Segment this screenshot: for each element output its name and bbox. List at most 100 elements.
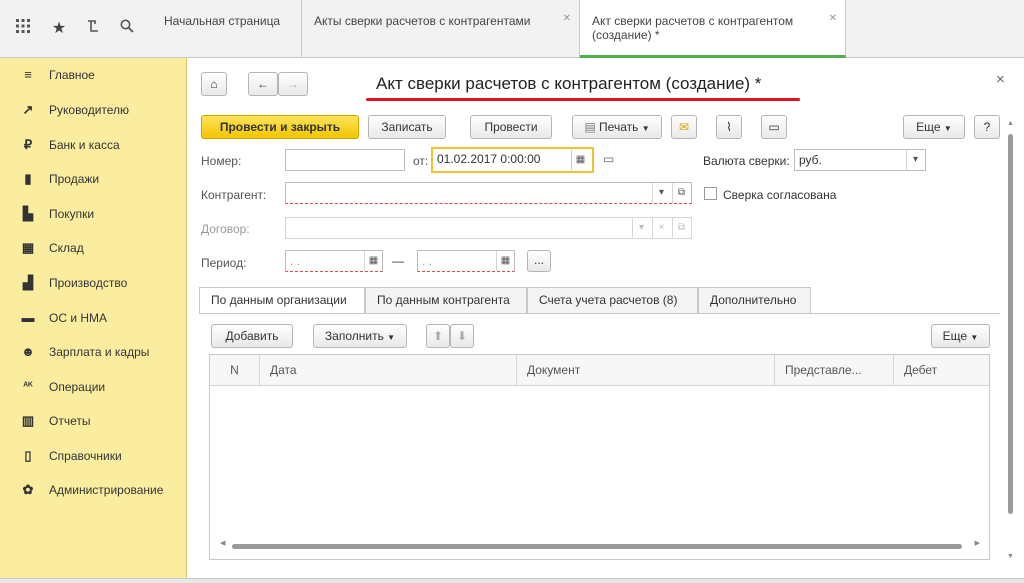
period-end-value: . .: [422, 254, 433, 268]
fill-button[interactable]: Заполнить ▼: [313, 324, 407, 348]
document-form: ⌂ ← → Акт сверки расчетов с контрагентом…: [188, 58, 1020, 578]
calendar-icon[interactable]: ▦: [496, 251, 514, 271]
sidebar-item-label: Справочники: [49, 449, 122, 463]
arrow-right-icon: →: [287, 77, 299, 91]
sidebar-item-label: Операции: [49, 380, 106, 394]
sidebar-item-warehouse[interactable]: ▦ Склад: [0, 232, 187, 266]
attach-button[interactable]: ⌇: [716, 115, 742, 139]
tab-label: Акты сверки расчетов с контрагентами: [314, 14, 531, 28]
sidebar-item-directories[interactable]: ▯ Справочники: [0, 440, 187, 474]
number-field[interactable]: [285, 149, 405, 171]
history-icon[interactable]: [82, 18, 104, 40]
column-header-document[interactable]: Документ: [517, 355, 775, 385]
truck-icon: ▬: [21, 310, 35, 325]
agreed-label: Сверка согласована: [723, 188, 837, 202]
scrollbar-thumb[interactable]: [232, 544, 962, 549]
tab-reconciliation-list[interactable]: Акты сверки расчетов с контрагентами ✕: [302, 0, 580, 57]
tab-accounts[interactable]: Счета учета расчетов (8): [527, 287, 698, 313]
tab-counterparty-data[interactable]: По данным контрагента: [365, 287, 527, 313]
calculator-icon[interactable]: ▭: [603, 152, 614, 166]
tab-panel-border: [199, 313, 1000, 314]
period-label: Период:: [201, 256, 247, 270]
window-bottom-border: [0, 578, 1024, 583]
post-and-close-button[interactable]: Провести и закрыть: [201, 115, 359, 139]
date-value: 01.02.2017 0:00:00: [437, 152, 541, 166]
dropdown-arrow-icon[interactable]: ▾: [906, 150, 924, 170]
date-field[interactable]: 01.02.2017 0:00:00: [431, 147, 594, 173]
help-button[interactable]: ?: [974, 115, 1000, 139]
column-header-date[interactable]: Дата: [260, 355, 517, 385]
tab-org-data[interactable]: По данным организации: [199, 287, 365, 314]
email-button[interactable]: ✉: [671, 115, 697, 139]
sidebar-item-purchases[interactable]: ▙ Покупки: [0, 198, 187, 232]
apps-grid-icon[interactable]: [12, 18, 34, 40]
scroll-left-icon[interactable]: ◀: [220, 539, 225, 547]
top-bar: ★ Начальная страница Акты сверки расчето…: [0, 0, 1024, 58]
forward-button[interactable]: →: [278, 72, 308, 96]
sidebar-item-production[interactable]: ▟ Производство: [0, 267, 187, 301]
close-icon[interactable]: ✕: [829, 12, 837, 26]
more-label: Еще: [916, 120, 941, 134]
scroll-up-icon[interactable]: ▲: [1007, 120, 1014, 127]
sidebar-item-label: Администрирование: [49, 483, 164, 497]
tab-label: Начальная страница: [164, 14, 281, 28]
table-more-button[interactable]: Еще ▼: [931, 324, 990, 348]
scrollbar-thumb[interactable]: [1008, 134, 1013, 514]
sidebar-item-bank[interactable]: ₽ Банк и касса: [0, 129, 187, 163]
counterparty-field[interactable]: [285, 182, 692, 204]
save-button[interactable]: Записать: [368, 115, 446, 139]
sidebar-item-main[interactable]: ≡ Главное: [0, 59, 187, 93]
sidebar-item-admin[interactable]: ✿ Администрирование: [0, 474, 187, 508]
move-down-button[interactable]: ⬇: [450, 324, 474, 348]
sidebar-item-reports[interactable]: ▥ Отчеты: [0, 405, 187, 439]
scroll-right-icon[interactable]: ▶: [975, 539, 980, 547]
contract-label: Договор:: [201, 222, 250, 236]
warehouse-icon: ▦: [21, 240, 35, 255]
move-up-button[interactable]: ⬆: [426, 324, 450, 348]
header-divider: [210, 385, 989, 386]
column-header-representation[interactable]: Представле...: [775, 355, 894, 385]
more-button[interactable]: Еще ▼: [903, 115, 965, 139]
vertical-scrollbar[interactable]: ▲ ▼: [1006, 120, 1016, 560]
clear-icon: ×: [652, 218, 670, 238]
close-icon[interactable]: ✕: [563, 12, 571, 26]
column-header-debit[interactable]: Дебет: [894, 355, 989, 385]
open-link-icon[interactable]: ⧉: [672, 183, 690, 203]
title-underline: [366, 98, 800, 101]
calendar-icon[interactable]: ▦: [364, 251, 382, 271]
sidebar-item-label: Зарплата и кадры: [49, 345, 150, 359]
print-button[interactable]: ▤ Печать ▼: [572, 115, 662, 139]
tab-reconciliation-create[interactable]: Акт сверки расчетов с контрагентом (созд…: [580, 0, 846, 58]
sidebar-item-salary[interactable]: ☻ Зарплата и кадры: [0, 336, 187, 370]
sidebar-item-fixed-assets[interactable]: ▬ ОС и НМА: [0, 302, 187, 336]
shopping-bag-icon: ▮: [24, 171, 32, 186]
horizontal-scrollbar[interactable]: ◀ ▶: [220, 539, 980, 550]
print-label: Печать: [599, 120, 639, 134]
column-header-n[interactable]: N: [210, 355, 260, 385]
period-select-button[interactable]: ...: [527, 250, 551, 272]
dropdown-arrow-icon[interactable]: ▾: [652, 183, 670, 203]
sidebar-item-label: Склад: [49, 241, 84, 255]
agreed-checkbox[interactable]: [704, 187, 717, 200]
home-icon: ⌂: [210, 77, 218, 91]
sidebar-item-operations[interactable]: ᴬᴷ Операции: [0, 371, 187, 405]
tab-home[interactable]: Начальная страница: [152, 0, 302, 57]
contract-field: [285, 217, 692, 239]
sidebar-item-sales[interactable]: ▮ Продажи: [0, 163, 187, 197]
search-icon[interactable]: [116, 18, 138, 40]
back-button[interactable]: ←: [248, 72, 278, 96]
scroll-down-icon[interactable]: ▼: [1007, 553, 1014, 560]
reconciliation-table[interactable]: N Дата Документ Представле... Дебет ◀ ▶: [209, 354, 990, 560]
document-button[interactable]: ▭: [761, 115, 787, 139]
sidebar-item-manager[interactable]: ↗ Руководителю: [0, 94, 187, 128]
envelope-icon: ✉: [678, 120, 690, 134]
close-form-button[interactable]: ×: [996, 71, 1005, 88]
add-button[interactable]: Добавить: [211, 324, 293, 348]
sidebar-item-label: Банк и касса: [49, 138, 120, 152]
favorites-star-icon[interactable]: ★: [48, 18, 70, 40]
calendar-icon[interactable]: ▦: [571, 150, 589, 170]
operations-icon: ᴬᴷ: [23, 381, 33, 392]
tab-additional[interactable]: Дополнительно: [698, 287, 811, 313]
home-button[interactable]: ⌂: [201, 72, 227, 96]
post-button[interactable]: Провести: [470, 115, 552, 139]
